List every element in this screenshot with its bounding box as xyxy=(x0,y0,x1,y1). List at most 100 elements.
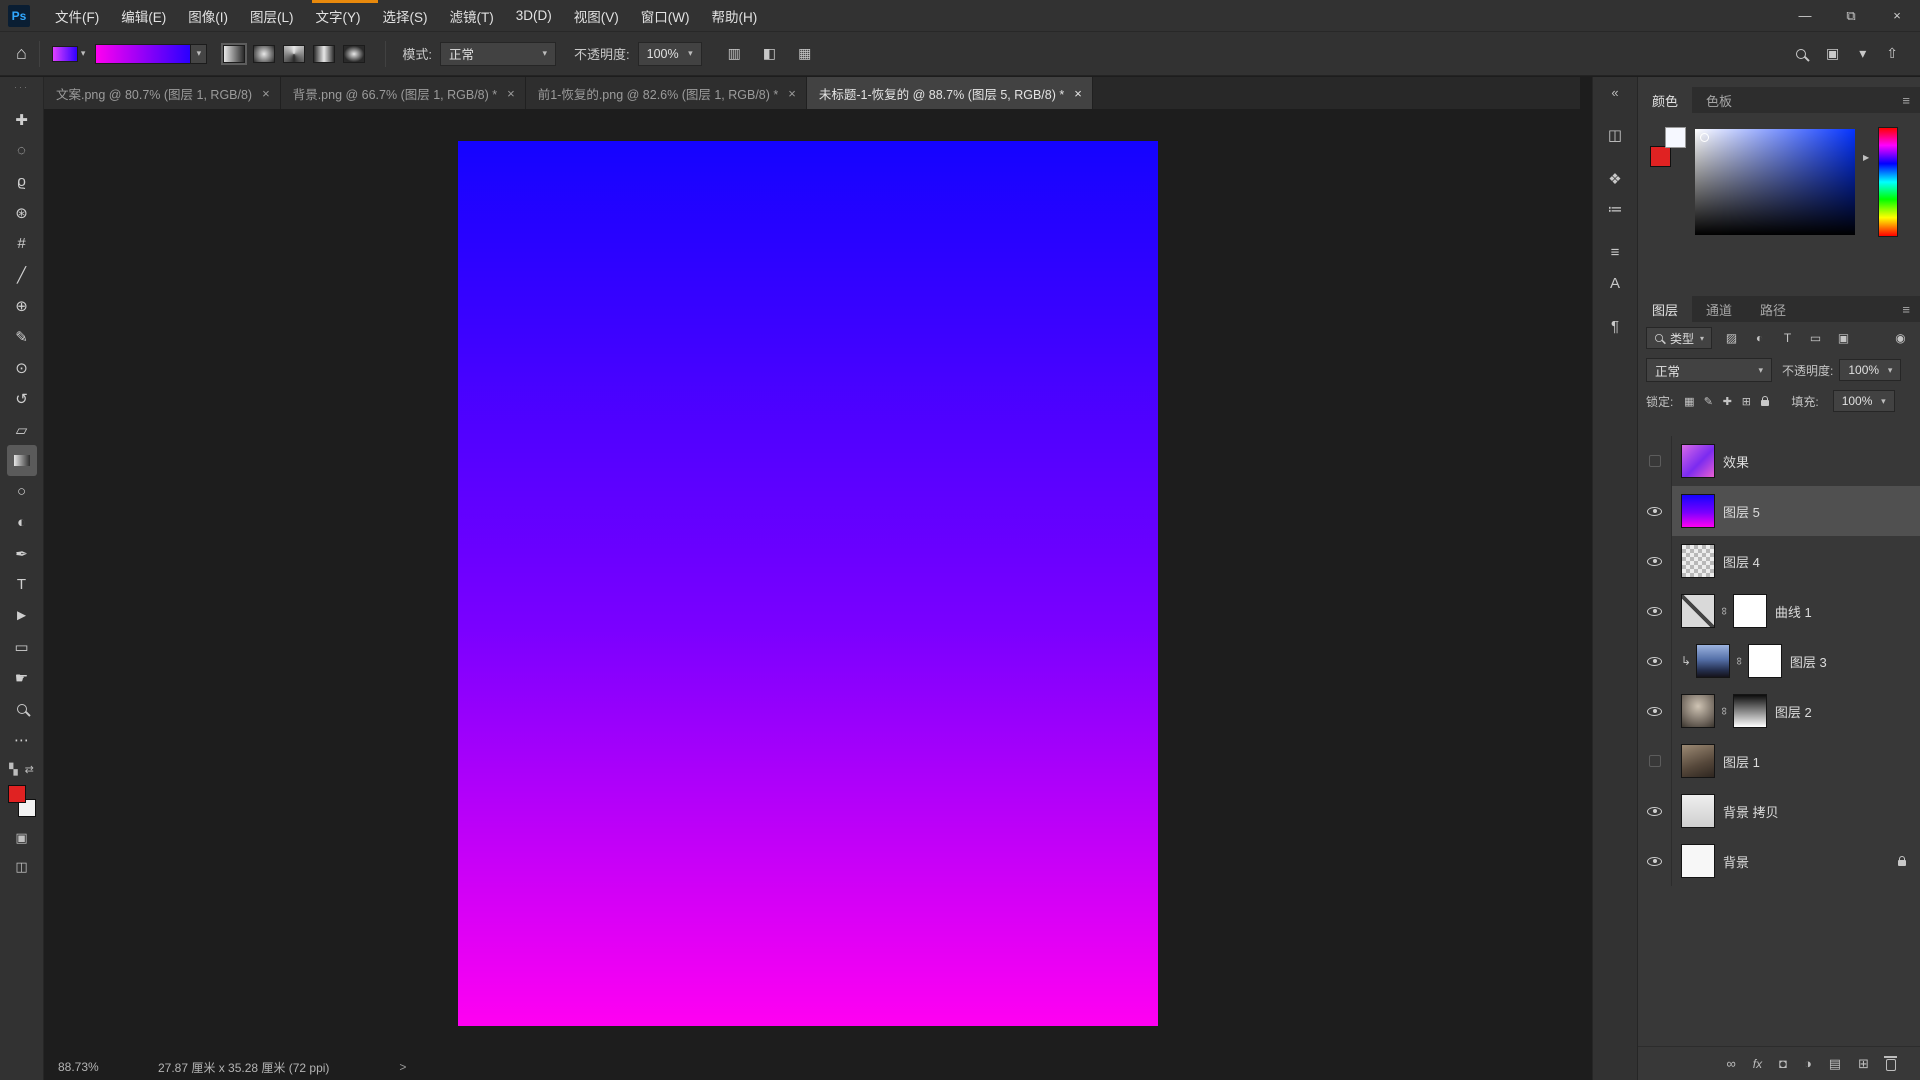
layer-row[interactable]: 图层 4 xyxy=(1638,536,1920,586)
layer-thumbnail[interactable] xyxy=(1681,594,1715,628)
home-icon[interactable]: ⌂ xyxy=(16,43,27,64)
quick-mask-icon[interactable]: ▣ xyxy=(15,830,27,846)
tab-close-icon[interactable]: × xyxy=(262,86,270,101)
new-layer-icon[interactable]: ⊞ xyxy=(1858,1056,1869,1072)
lock-pixels-icon[interactable]: ✎ xyxy=(1700,392,1716,410)
layer-name[interactable]: 图层 3 xyxy=(1790,652,1827,671)
layer-mask-thumbnail[interactable] xyxy=(1733,694,1767,728)
search-icon[interactable] xyxy=(1796,49,1806,59)
menu-item[interactable]: 编辑(E) xyxy=(110,0,177,31)
radial-gradient-button[interactable] xyxy=(253,45,275,63)
restore-button[interactable]: ⧉ xyxy=(1828,0,1874,31)
blur-tool[interactable]: ○ xyxy=(7,476,37,507)
layer-name[interactable]: 曲线 1 xyxy=(1775,602,1812,621)
filter-pixel-layers-icon[interactable]: ▨ xyxy=(1720,328,1743,349)
mask-link-icon[interactable]: ∞ xyxy=(1718,607,1730,615)
reflected-gradient-button[interactable] xyxy=(313,45,335,63)
adjustments-panel-icon[interactable]: ≡ xyxy=(1611,244,1620,261)
menu-item[interactable]: 图层(L) xyxy=(239,0,305,31)
layer-thumbnail[interactable] xyxy=(1681,494,1715,528)
layer-row[interactable]: ∞图层 2 xyxy=(1638,686,1920,736)
layer-mask-thumbnail[interactable] xyxy=(1733,594,1767,628)
visibility-eye-icon[interactable] xyxy=(1638,636,1672,686)
mode-select[interactable]: 正常 xyxy=(440,42,556,66)
filter-toggle-icon[interactable]: ◉ xyxy=(1889,328,1912,349)
gradient-option-3-icon[interactable]: ▦ xyxy=(798,45,811,62)
lock-transparent-icon[interactable]: ▦ xyxy=(1681,392,1697,410)
panel-menu-icon[interactable]: ≡ xyxy=(1902,302,1910,317)
layer-name[interactable]: 图层 5 xyxy=(1723,502,1760,521)
saturation-field[interactable] xyxy=(1695,129,1855,235)
layer-thumbnail[interactable] xyxy=(1681,794,1715,828)
layer-mask-thumbnail[interactable] xyxy=(1748,644,1782,678)
layers-tab-路径[interactable]: 路径 xyxy=(1746,296,1800,322)
edit-toolbar-icon[interactable]: ⋯ xyxy=(7,724,37,755)
visibility-eye-icon[interactable] xyxy=(1638,836,1672,886)
color-tab-颜色[interactable]: 颜色 xyxy=(1638,87,1692,113)
toolbar-grip[interactable] xyxy=(14,82,29,92)
layer-name[interactable]: 背景 xyxy=(1723,852,1749,871)
document-tab[interactable]: 文案.png @ 80.7% (图层 1, RGB/8)× xyxy=(44,77,281,109)
layer-thumbnail[interactable] xyxy=(1681,744,1715,778)
document-tab[interactable]: 背景.png @ 66.7% (图层 1, RGB/8) *× xyxy=(281,77,526,109)
filter-shape-layers-icon[interactable]: ▭ xyxy=(1804,328,1827,349)
new-adjustment-layer-icon[interactable]: ◑ xyxy=(1804,1056,1812,1071)
visibility-eye-icon[interactable] xyxy=(1638,586,1672,636)
layers-tab-图层[interactable]: 图层 xyxy=(1638,296,1692,322)
layer-name[interactable]: 背景 拷贝 xyxy=(1723,802,1779,821)
history-panel-icon[interactable]: ◫ xyxy=(1608,126,1622,144)
layer-filter-select[interactable]: 类型 xyxy=(1646,327,1712,349)
tab-close-icon[interactable]: × xyxy=(788,86,796,101)
layer-name[interactable]: 图层 4 xyxy=(1723,552,1760,571)
gradient-option-1-icon[interactable]: ▥ xyxy=(728,45,741,62)
type-tool[interactable]: T xyxy=(7,569,37,600)
layers-tab-通道[interactable]: 通道 xyxy=(1692,296,1746,322)
tab-close-icon[interactable]: × xyxy=(1074,86,1082,101)
layer-name[interactable]: 图层 1 xyxy=(1723,752,1760,771)
menu-item[interactable]: 视图(V) xyxy=(563,0,630,31)
layer-row[interactable]: 图层 5 xyxy=(1638,486,1920,536)
hue-ramp[interactable] xyxy=(1878,127,1898,237)
eyedropper-tool[interactable]: ╱ xyxy=(7,259,37,290)
filter-adjustment-layers-icon[interactable]: ◐ xyxy=(1748,328,1771,349)
mask-link-icon[interactable]: ∞ xyxy=(1733,657,1745,665)
share-icon[interactable]: ⇧ xyxy=(1886,45,1898,62)
menu-item[interactable]: 图像(I) xyxy=(177,0,239,31)
linear-gradient-button[interactable] xyxy=(223,45,245,63)
character-panel-icon[interactable]: A xyxy=(1610,275,1620,292)
color-tab-色板[interactable]: 色板 xyxy=(1692,87,1746,113)
diamond-gradient-button[interactable] xyxy=(343,45,365,63)
lasso-tool[interactable]: ϱ xyxy=(7,166,37,197)
layer-thumbnail[interactable] xyxy=(1696,644,1730,678)
panel-foreground-swatch[interactable] xyxy=(1665,127,1686,148)
color-picker-ring[interactable] xyxy=(1700,133,1709,142)
add-layer-mask-icon[interactable]: ◘ xyxy=(1779,1056,1787,1071)
tab-close-icon[interactable]: × xyxy=(507,86,515,101)
layer-row[interactable]: 背景 拷贝 xyxy=(1638,786,1920,836)
canvas[interactable] xyxy=(458,141,1158,1026)
angle-gradient-button[interactable] xyxy=(283,45,305,63)
hand-tool[interactable]: ☛ xyxy=(7,662,37,693)
default-colors-icon[interactable]: ▚ xyxy=(9,763,17,776)
minimize-button[interactable]: — xyxy=(1782,0,1828,31)
lock-position-icon[interactable]: ✚ xyxy=(1719,392,1735,410)
eraser-tool[interactable]: ▱ xyxy=(7,414,37,445)
status-chevron-icon[interactable]: > xyxy=(399,1060,406,1074)
document-tab[interactable]: 前1-恢复的.png @ 82.6% (图层 1, RGB/8) *× xyxy=(526,77,807,109)
menu-item[interactable]: 帮助(H) xyxy=(700,0,768,31)
foreground-color-swatch[interactable] xyxy=(8,785,26,803)
layer-thumbnail[interactable] xyxy=(1681,844,1715,878)
paragraph-panel-icon[interactable]: ¶ xyxy=(1611,318,1619,335)
collapse-panels-icon[interactable]: « xyxy=(1611,85,1618,100)
workspace-chevron-icon[interactable]: ▾ xyxy=(1859,45,1866,62)
delete-layer-icon[interactable] xyxy=(1886,1059,1896,1071)
filter-type-layers-icon[interactable]: T xyxy=(1776,328,1799,349)
layer-row[interactable]: 图层 1 xyxy=(1638,736,1920,786)
layer-thumbnail[interactable] xyxy=(1681,444,1715,478)
new-group-icon[interactable]: ▤ xyxy=(1829,1056,1841,1072)
path-selection-tool[interactable]: ► xyxy=(7,600,37,631)
pen-tool[interactable]: ✒ xyxy=(7,538,37,569)
screen-mode-icon[interactable]: ◫ xyxy=(15,859,27,875)
layer-style-icon[interactable]: fx xyxy=(1753,1057,1762,1071)
panel-background-swatch[interactable] xyxy=(1650,146,1671,167)
